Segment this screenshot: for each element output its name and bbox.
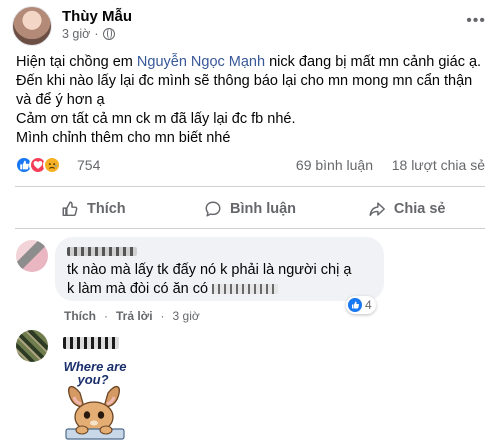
like-reaction-icon bbox=[348, 298, 362, 312]
post-paragraph-1: Hiện tại chồng em Nguyễn Ngọc Mạnh nick … bbox=[16, 53, 486, 110]
comment-line-part: k làm mà đòi có ăn có bbox=[67, 281, 213, 297]
rabbit-ear bbox=[68, 386, 85, 408]
comment-like-button[interactable]: Thích bbox=[64, 309, 96, 323]
redaction-mark bbox=[212, 284, 279, 295]
more-horizontal-icon[interactable]: ••• bbox=[466, 12, 486, 30]
separator-dot: · bbox=[104, 309, 108, 323]
comment-reaction-count: 4 bbox=[365, 298, 372, 312]
comment-time[interactable]: 3 giờ bbox=[173, 309, 200, 323]
author-avatar[interactable] bbox=[12, 6, 52, 46]
comment-bubble: tk nào mà lấy tk đấy nó k phải là người … bbox=[55, 237, 384, 301]
share-icon bbox=[369, 202, 385, 217]
reactions-bar: 754 69 bình luận 18 lượt chia sẻ bbox=[15, 156, 485, 176]
comment-line: tk nào mà lấy tk đấy nó k phải là người … bbox=[67, 262, 352, 278]
rabbit-sticker[interactable]: Where are you? bbox=[52, 357, 138, 443]
like-button[interactable]: Thích bbox=[15, 193, 172, 225]
author-name[interactable]: Thùy Mẫu bbox=[62, 8, 132, 25]
post-actions: Thích Bình luận Chia sẻ bbox=[15, 193, 485, 225]
divider bbox=[15, 186, 485, 187]
like-label: Thích bbox=[87, 201, 126, 217]
comment-line: k làm mà đòi có ăn có bbox=[67, 280, 372, 299]
rabbit-paw bbox=[75, 425, 89, 435]
redaction-mark bbox=[67, 247, 137, 257]
post-text-part: Hiện tại chồng em bbox=[16, 54, 137, 70]
rabbit-paw bbox=[99, 425, 113, 435]
comment-reply-button[interactable]: Trả lời bbox=[116, 309, 153, 323]
post-time[interactable]: 3 giờ bbox=[62, 27, 90, 41]
commenter-avatar[interactable] bbox=[16, 240, 48, 272]
post-meta: 3 giờ · bbox=[62, 27, 115, 41]
share-label: Chia sẻ bbox=[393, 201, 446, 217]
rabbit-eye bbox=[83, 411, 91, 419]
separator-dot: · bbox=[160, 309, 165, 323]
comment-actions: Thích · Trả lời · 3 giờ bbox=[64, 309, 200, 323]
post-paragraph-3: Mình chỉnh thêm cho mn biết nhé bbox=[16, 130, 231, 146]
divider bbox=[15, 228, 485, 229]
rabbit-muzzle bbox=[90, 420, 98, 426]
reaction-icons[interactable] bbox=[15, 156, 61, 174]
wall-ledge bbox=[65, 428, 125, 440]
comment-label: Bình luận bbox=[229, 201, 297, 217]
sticker-text: you? bbox=[76, 372, 108, 387]
comment-reactions[interactable]: 4 bbox=[346, 296, 376, 314]
share-count[interactable]: 18 lượt chia sẻ bbox=[392, 157, 485, 173]
rabbit-eye bbox=[97, 411, 105, 419]
separator-dot: · bbox=[94, 27, 99, 41]
comment-button[interactable]: Bình luận bbox=[172, 193, 329, 225]
commenter-name-redacted[interactable] bbox=[67, 244, 372, 260]
rabbit-ear bbox=[103, 386, 120, 408]
commenter-name-redacted[interactable] bbox=[63, 337, 119, 349]
globe-icon bbox=[102, 28, 115, 40]
comment-count[interactable]: 69 bình luận bbox=[296, 157, 373, 173]
post-text: Hiện tại chồng em Nguyễn Ngọc Mạnh nick … bbox=[16, 53, 486, 148]
sad-reaction-icon bbox=[43, 156, 61, 174]
mention-link[interactable]: Nguyễn Ngọc Mạnh bbox=[137, 54, 265, 70]
comment-text: tk nào mà lấy tk đấy nó k phải là người … bbox=[67, 261, 372, 299]
reaction-count[interactable]: 754 bbox=[77, 157, 100, 173]
thumbs-up-icon bbox=[62, 201, 78, 217]
share-button[interactable]: Chia sẻ bbox=[328, 193, 485, 225]
commenter-avatar[interactable] bbox=[16, 330, 48, 362]
comment-icon bbox=[205, 201, 221, 217]
post-header: Thùy Mẫu 3 giờ · ••• bbox=[12, 6, 492, 46]
post-paragraph-2: Cảm ơn tất cả mn ck m đã lấy lại đc fb n… bbox=[16, 111, 296, 127]
